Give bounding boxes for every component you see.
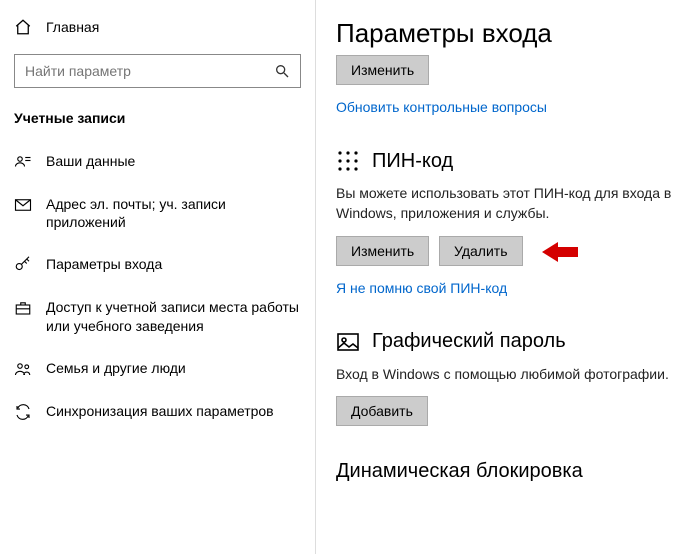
sidebar-item-sync[interactable]: Синхронизация ваших параметров — [0, 390, 315, 433]
pin-change-button[interactable]: Изменить — [336, 236, 429, 266]
search-input[interactable] — [25, 63, 274, 79]
sidebar-item-label: Доступ к учетной записи места работы или… — [46, 298, 301, 334]
picture-add-button[interactable]: Добавить — [336, 396, 428, 426]
pin-section: ПИН-код Вы можете использовать этот ПИН-… — [336, 149, 688, 310]
dynamic-lock-heading: Динамическая блокировка — [336, 460, 688, 483]
sidebar-item-email[interactable]: Адрес эл. почты; уч. записи приложений — [0, 183, 315, 243]
forgot-pin-link[interactable]: Я не помню свой ПИН-код — [336, 280, 507, 296]
picture-description: Вход в Windows с помощью любимой фотогра… — [336, 364, 688, 384]
sync-icon — [14, 403, 32, 421]
sidebar-item-your-info[interactable]: Ваши данные — [0, 140, 315, 183]
mail-icon — [14, 196, 32, 214]
main-panel: Параметры входа Изменить Обновить контро… — [316, 0, 700, 554]
home-icon — [14, 18, 32, 36]
sidebar-item-label: Ваши данные — [46, 152, 135, 170]
sidebar: Главная Учетные записи Ваши данные Адрес… — [0, 0, 316, 554]
picture-icon — [336, 330, 360, 354]
sidebar-item-work[interactable]: Доступ к учетной записи места работы или… — [0, 286, 315, 346]
change-button-top[interactable]: Изменить — [336, 55, 429, 85]
update-questions-link[interactable]: Обновить контрольные вопросы — [336, 99, 547, 115]
home-link[interactable]: Главная — [0, 10, 315, 44]
red-arrow-annotation — [542, 240, 578, 264]
picture-password-section: Графический пароль Вход в Windows с помо… — [336, 330, 688, 426]
user-icon — [14, 153, 32, 171]
pin-icon — [336, 149, 360, 173]
home-label: Главная — [46, 19, 99, 35]
sidebar-item-label: Параметры входа — [46, 255, 162, 273]
people-icon — [14, 360, 32, 378]
search-input-container[interactable] — [14, 54, 301, 88]
briefcase-icon — [14, 299, 32, 317]
picture-heading: Графический пароль — [372, 330, 566, 353]
sidebar-item-family[interactable]: Семья и другие люди — [0, 347, 315, 390]
key-icon — [14, 256, 32, 274]
pin-description: Вы можете использовать этот ПИН-код для … — [336, 183, 688, 224]
page-title: Параметры входа — [336, 18, 688, 49]
sidebar-item-label: Адрес эл. почты; уч. записи приложений — [46, 195, 301, 231]
search-icon — [274, 63, 290, 79]
pin-remove-button[interactable]: Удалить — [439, 236, 522, 266]
sidebar-item-label: Семья и другие люди — [46, 359, 186, 377]
sidebar-item-label: Синхронизация ваших параметров — [46, 402, 274, 420]
section-title: Учетные записи — [0, 104, 315, 140]
pin-heading: ПИН-код — [372, 150, 453, 173]
sidebar-item-signin[interactable]: Параметры входа — [0, 243, 315, 286]
